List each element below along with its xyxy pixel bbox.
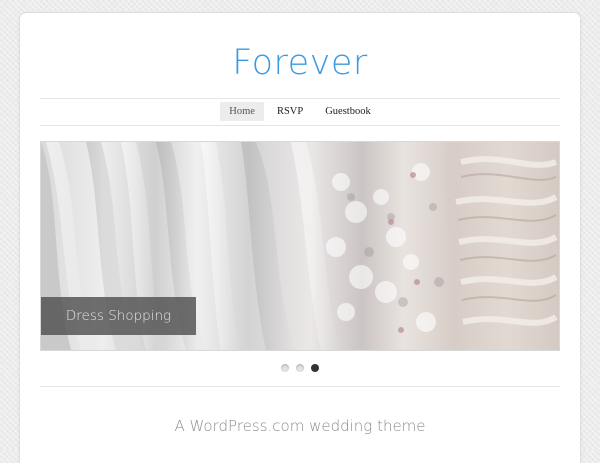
main-navigation: Home RSVP Guestbook xyxy=(20,102,580,123)
nav-item-rsvp[interactable]: RSVP xyxy=(268,102,312,121)
nav-item-guestbook[interactable]: Guestbook xyxy=(316,102,380,121)
slider-dot-1[interactable] xyxy=(281,364,289,372)
header-divider-bottom xyxy=(40,125,560,126)
page-container: Forever Home RSVP Guestbook Dress Shoppi… xyxy=(20,13,580,463)
site-title[interactable]: Forever xyxy=(20,41,580,85)
nav-item-home[interactable]: Home xyxy=(220,102,264,121)
content-divider xyxy=(40,386,560,387)
slide-caption[interactable]: Dress Shopping xyxy=(41,297,196,335)
header-divider-top xyxy=(40,98,560,99)
slider-pagination xyxy=(20,364,580,372)
image-slider[interactable]: Dress Shopping xyxy=(40,141,560,351)
site-tagline: A WordPress.com wedding theme xyxy=(174,417,426,435)
slider-dot-3[interactable] xyxy=(311,364,319,372)
slider-dot-2[interactable] xyxy=(296,364,304,372)
